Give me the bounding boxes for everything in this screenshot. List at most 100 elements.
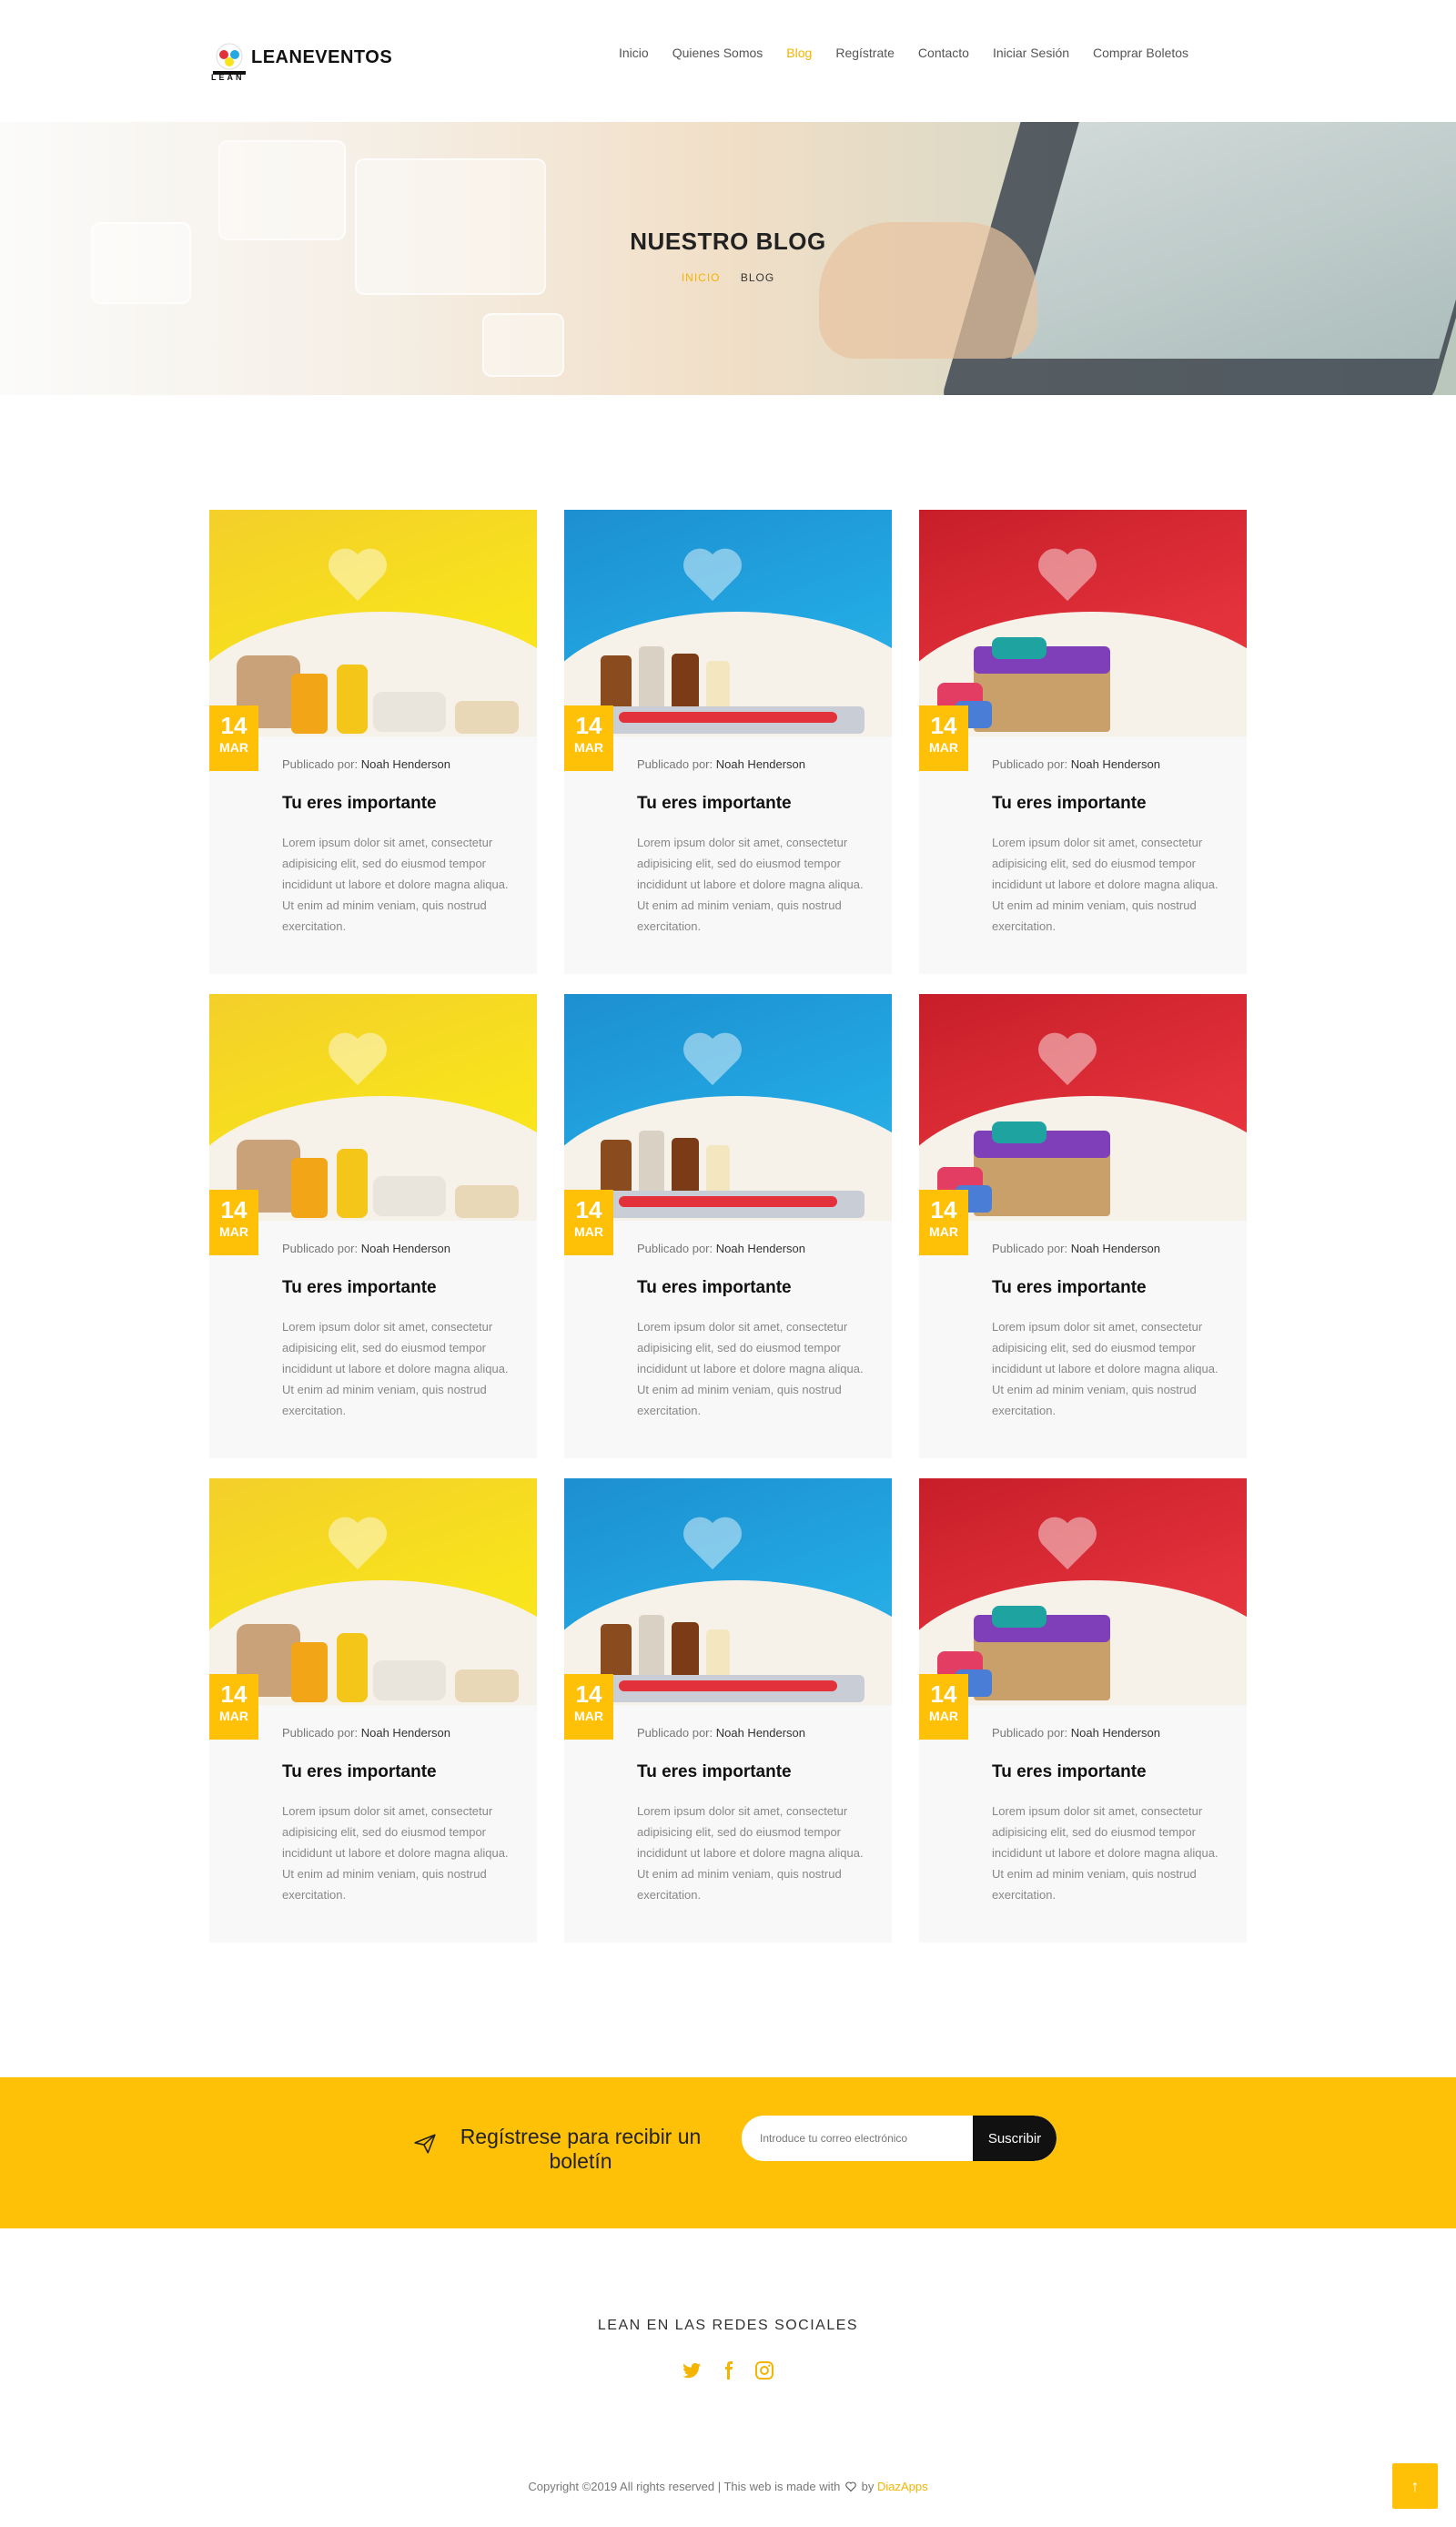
product-shape [706, 1145, 730, 1194]
blog-card[interactable]: 14 MAR Publicado por: Noah Henderson Tu … [564, 510, 892, 974]
date-badge-month: MAR [219, 1224, 248, 1239]
date-badge-month: MAR [219, 1709, 248, 1723]
heart-icon [1038, 1517, 1097, 1570]
blog-card[interactable]: 14 MAR Publicado por: Noah Henderson Tu … [919, 510, 1247, 974]
facebook-icon[interactable] [717, 2360, 739, 2381]
product-shape [291, 1642, 328, 1702]
date-badge-day: 14 [220, 1680, 248, 1708]
logo[interactable]: LEANEVENTOS LEAN [207, 33, 392, 87]
blog-card-meta-prefix: Publicado por: [282, 757, 361, 771]
product-shape [337, 1633, 368, 1702]
blog-card-excerpt: Lorem ipsum dolor sit amet, consectetur … [282, 836, 509, 933]
product-shape [373, 692, 446, 732]
blog-card-image[interactable] [209, 510, 537, 736]
product-shape [337, 1149, 368, 1218]
blog-card-title[interactable]: Tu eres importante [992, 794, 1147, 814]
blog-card-meta: Publicado por: Noah Henderson [992, 1726, 1160, 1740]
blog-card-image[interactable] [564, 510, 892, 736]
blog-card-image[interactable] [209, 1478, 537, 1705]
twitter-icon[interactable] [681, 2360, 703, 2381]
date-badge: 14 MAR [919, 1674, 968, 1740]
nav-item-blog[interactable]: Blog [786, 46, 812, 64]
heart-icon [845, 2481, 856, 2492]
product-shape [992, 637, 1046, 659]
blog-card-author[interactable]: Noah Henderson [716, 757, 805, 771]
date-badge: 14 MAR [919, 1190, 968, 1255]
blog-card[interactable]: 14 MAR Publicado por: Noah Henderson Tu … [919, 994, 1247, 1458]
blog-card-image[interactable] [919, 510, 1247, 736]
copyright-brand-link[interactable]: DiazApps [877, 2480, 928, 2493]
product-shape [706, 661, 730, 710]
product-shape [672, 1622, 699, 1679]
product-shape [601, 655, 632, 710]
blog-card-image[interactable] [209, 994, 537, 1221]
blog-card[interactable]: 14 MAR Publicado por: Noah Henderson Tu … [564, 1478, 892, 1943]
blog-card[interactable]: 14 MAR Publicado por: Noah Henderson Tu … [919, 1478, 1247, 1943]
blog-card-meta-prefix: Publicado por: [637, 757, 716, 771]
date-badge-day: 14 [575, 1196, 602, 1223]
blog-card[interactable]: 14 MAR Publicado por: Noah Henderson Tu … [209, 994, 537, 1458]
blog-card-title[interactable]: Tu eres importante [282, 794, 437, 814]
date-badge-month: MAR [574, 740, 603, 755]
nav-item-inicio[interactable]: Inicio [619, 46, 649, 64]
nav-item-quienes-somos[interactable]: Quienes Somos [672, 46, 763, 64]
product-shape [639, 646, 664, 710]
logo-subtext: LEAN [211, 73, 245, 82]
back-to-top-button[interactable]: ↑ [1392, 2463, 1438, 2509]
blog-card-author[interactable]: Noah Henderson [1071, 1242, 1160, 1255]
blog-card-meta-prefix: Publicado por: [992, 757, 1071, 771]
blog-card-title[interactable]: Tu eres importante [637, 1278, 792, 1298]
breadcrumb: INICIO BLOG [0, 271, 1456, 284]
blog-card-title[interactable]: Tu eres importante [992, 1278, 1147, 1298]
blog-card[interactable]: 14 MAR Publicado por: Noah Henderson Tu … [209, 510, 537, 974]
blog-card-meta-prefix: Publicado por: [637, 1726, 716, 1740]
blog-card-title[interactable]: Tu eres importante [992, 1762, 1147, 1782]
heart-icon [329, 1032, 387, 1086]
blog-card-author[interactable]: Noah Henderson [361, 1726, 450, 1740]
date-badge-month: MAR [574, 1224, 603, 1239]
blog-card-meta-prefix: Publicado por: [992, 1726, 1071, 1740]
breadcrumb-home[interactable]: INICIO [682, 271, 721, 284]
subscribe-button[interactable]: Suscribir [973, 2116, 1057, 2161]
blog-card-image[interactable] [919, 994, 1247, 1221]
product-shape [373, 1176, 446, 1216]
product-shape [706, 1629, 730, 1679]
blog-card-author[interactable]: Noah Henderson [1071, 757, 1160, 771]
nav-item-iniciar-sesion[interactable]: Iniciar Sesión [993, 46, 1069, 64]
blog-card-image[interactable] [919, 1478, 1247, 1705]
blog-card-excerpt: Lorem ipsum dolor sit amet, consectetur … [637, 836, 864, 933]
blog-card-products [592, 1131, 864, 1218]
blog-card-image[interactable] [564, 994, 892, 1221]
blog-card-title[interactable]: Tu eres importante [637, 794, 792, 814]
product-shape [455, 1185, 519, 1218]
blog-card-meta: Publicado por: Noah Henderson [637, 757, 805, 771]
heart-icon [329, 1517, 387, 1570]
blog-card-image[interactable] [564, 1478, 892, 1705]
heart-icon [683, 548, 742, 602]
blog-card-author[interactable]: Noah Henderson [716, 1242, 805, 1255]
blog-card-meta: Publicado por: Noah Henderson [282, 1242, 450, 1255]
newsletter-email-input[interactable] [742, 2116, 973, 2161]
instagram-icon[interactable] [753, 2360, 775, 2381]
date-badge-day: 14 [930, 1680, 957, 1708]
nav-item-contacto[interactable]: Contacto [918, 46, 969, 64]
blog-card-author[interactable]: Noah Henderson [361, 757, 450, 771]
product-shape [619, 712, 837, 723]
blog-card-excerpt: Lorem ipsum dolor sit amet, consectetur … [992, 1320, 1218, 1417]
blog-card-title[interactable]: Tu eres importante [282, 1762, 437, 1782]
blog-card[interactable]: 14 MAR Publicado por: Noah Henderson Tu … [209, 1478, 537, 1943]
product-shape [291, 674, 328, 734]
nav-item-comprar-boletos[interactable]: Comprar Boletos [1093, 46, 1188, 64]
date-badge: 14 MAR [209, 705, 258, 771]
product-shape [639, 1615, 664, 1679]
blog-card-meta: Publicado por: Noah Henderson [992, 757, 1160, 771]
nav-item-registrate[interactable]: Regístrate [835, 46, 895, 64]
blog-card-title[interactable]: Tu eres importante [282, 1278, 437, 1298]
blog-card[interactable]: 14 MAR Publicado por: Noah Henderson Tu … [564, 994, 892, 1458]
blog-card-author[interactable]: Noah Henderson [716, 1726, 805, 1740]
blog-card-author[interactable]: Noah Henderson [361, 1242, 450, 1255]
product-shape [974, 1149, 1110, 1216]
date-badge: 14 MAR [564, 705, 613, 771]
blog-card-title[interactable]: Tu eres importante [637, 1762, 792, 1782]
blog-card-author[interactable]: Noah Henderson [1071, 1726, 1160, 1740]
